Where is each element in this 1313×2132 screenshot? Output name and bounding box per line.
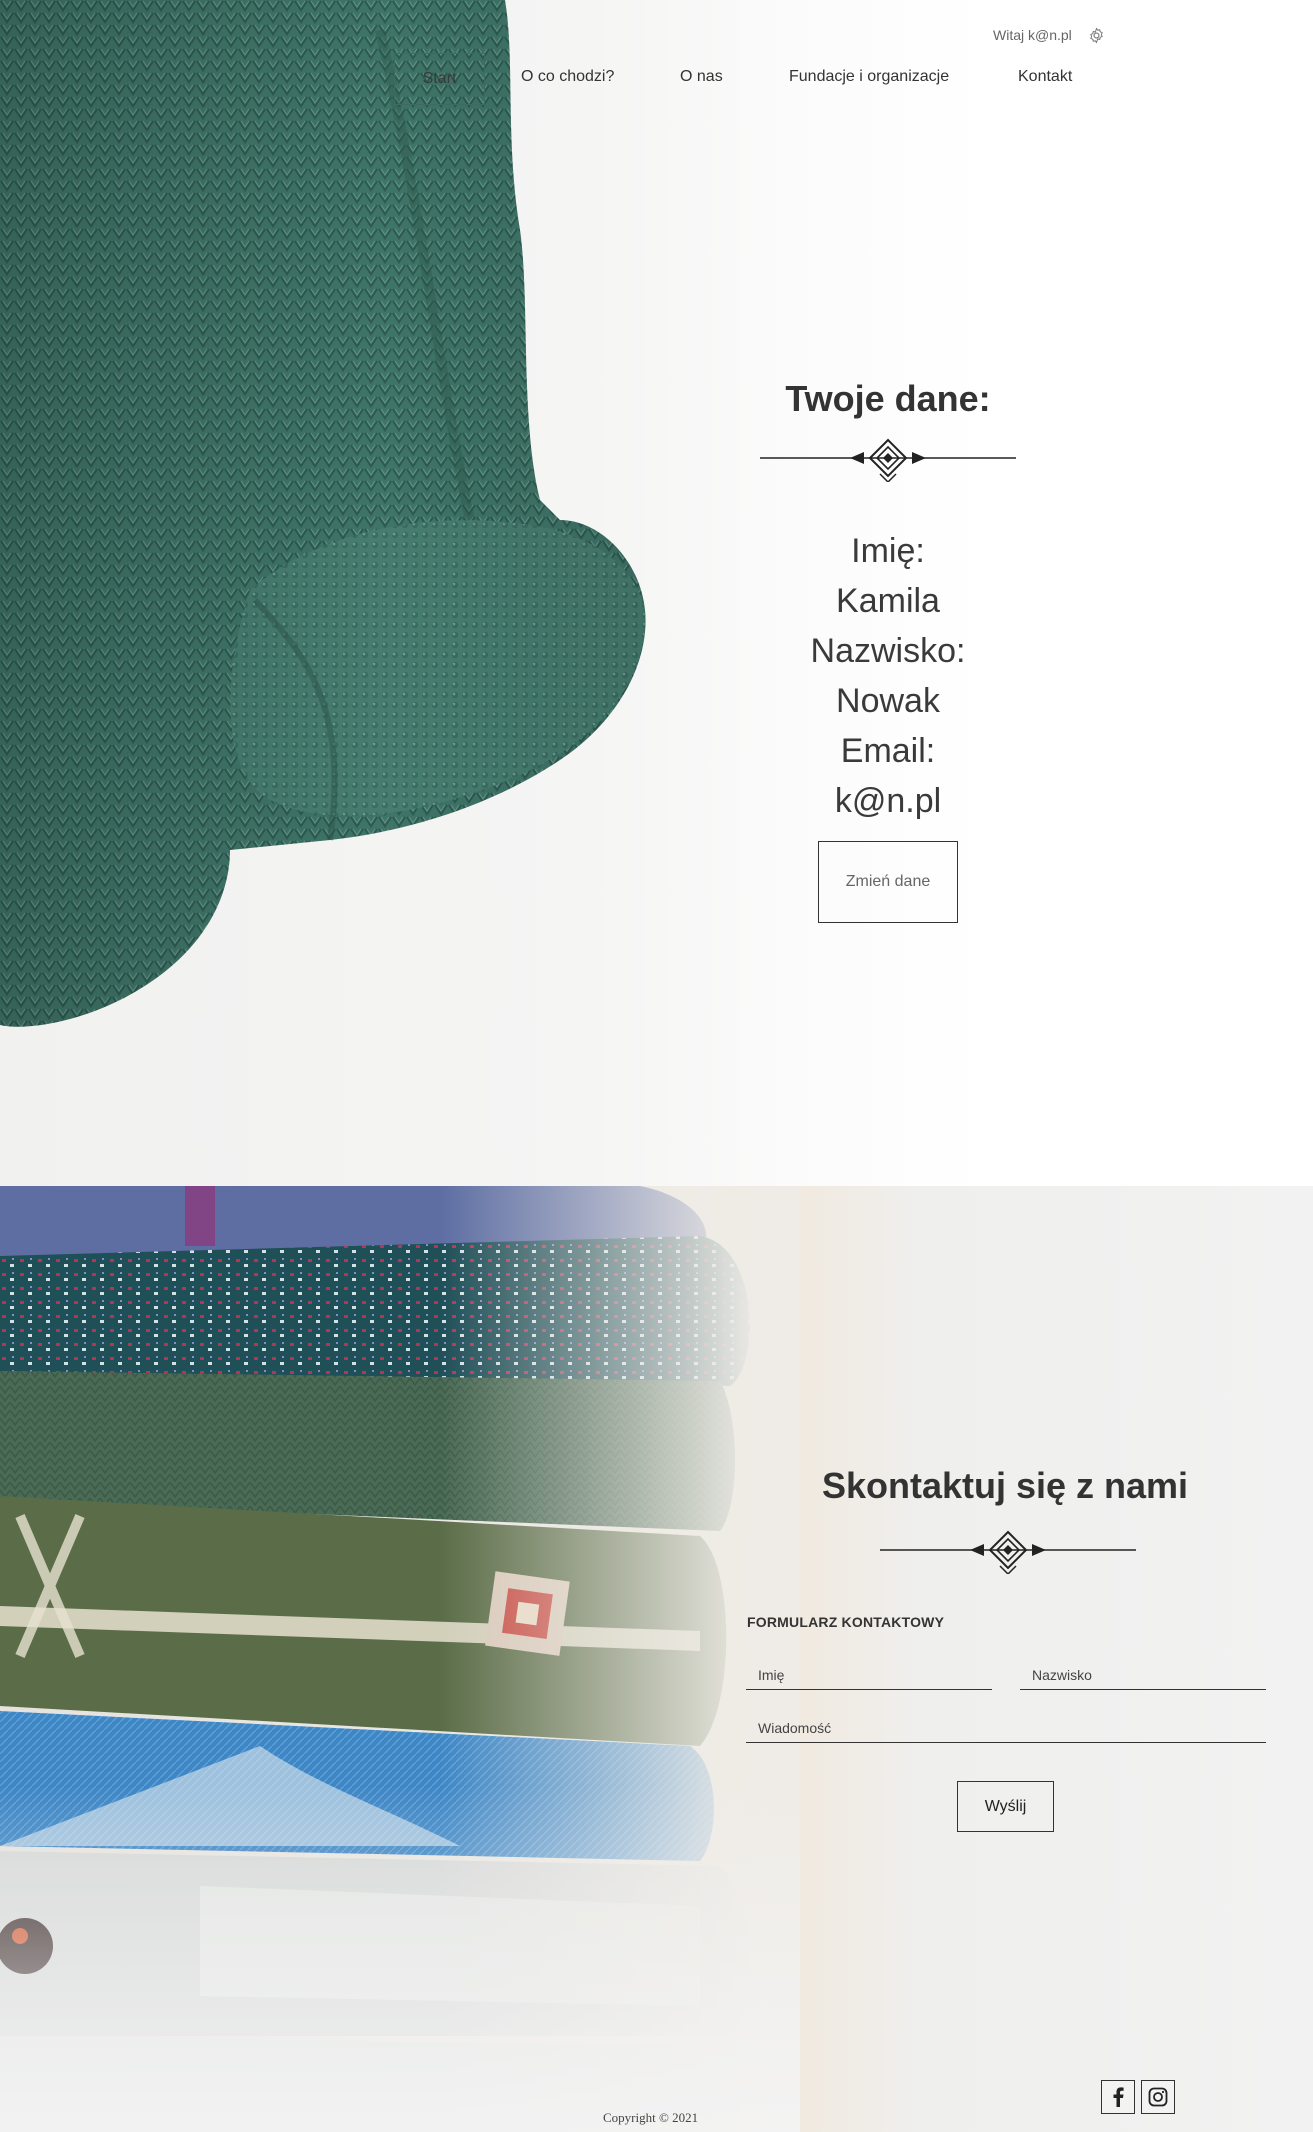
- facebook-link[interactable]: [1101, 2080, 1135, 2114]
- contact-title: Skontaktuj się z nami: [821, 1465, 1189, 1506]
- instagram-link[interactable]: [1141, 2080, 1175, 2114]
- ornament-divider-icon: [760, 438, 1016, 482]
- profile-panel: Twoje dane: Imię: Kamila Nazwisko: Nowak…: [686, 374, 1090, 923]
- nav-item-o-co-chodzi[interactable]: O co chodzi?: [521, 68, 614, 86]
- profile-title: Twoje dane:: [785, 378, 991, 419]
- nav-item-kontakt[interactable]: Kontakt: [1018, 68, 1072, 86]
- instagram-icon: [1148, 2087, 1168, 2107]
- first-name-value: Kamila: [836, 582, 940, 620]
- nav-item-o-nas[interactable]: O nas: [680, 68, 723, 86]
- sweater-stack-image: [0, 1186, 800, 2132]
- nav-item-start[interactable]: Start: [394, 53, 485, 105]
- first-name-label: Imię:: [851, 532, 925, 570]
- nav-item-fundacje[interactable]: Fundacje i organizacje: [789, 68, 949, 86]
- email-value: k@n.pl: [834, 782, 942, 820]
- gear-icon[interactable]: [1088, 27, 1105, 44]
- user-greeting: Witaj k@n.pl: [993, 27, 1072, 43]
- hero-section: Witaj k@n.pl Start O co chodzi? O nas Fu…: [0, 0, 1313, 1186]
- contact-form-label: FORMULARZ KONTAKTOWY: [747, 1614, 945, 1630]
- change-data-button[interactable]: Zmień dane: [818, 841, 958, 923]
- copyright-text: Copyright © 2021: [603, 2110, 699, 2125]
- last-name-field[interactable]: [1020, 1660, 1266, 1690]
- facebook-icon: [1113, 2087, 1124, 2107]
- contact-section: Skontaktuj się z nami FORMULARZ KONTAKTO…: [0, 1186, 1313, 2132]
- message-field[interactable]: [746, 1713, 1266, 1743]
- main-navigation: Start O co chodzi? O nas Fundacje i orga…: [394, 53, 1094, 105]
- profile-fields: Imię: Kamila Nazwisko: Nowak Email: k@n.…: [686, 526, 1090, 826]
- email-label: Email:: [840, 732, 936, 770]
- send-button[interactable]: Wyślij: [957, 1781, 1054, 1832]
- ornament-divider-icon: [880, 1530, 1136, 1574]
- last-name-value: Nowak: [836, 682, 940, 720]
- first-name-field[interactable]: [746, 1660, 992, 1690]
- last-name-label: Nazwisko:: [810, 632, 966, 670]
- knit-sweater-image: [0, 0, 646, 1027]
